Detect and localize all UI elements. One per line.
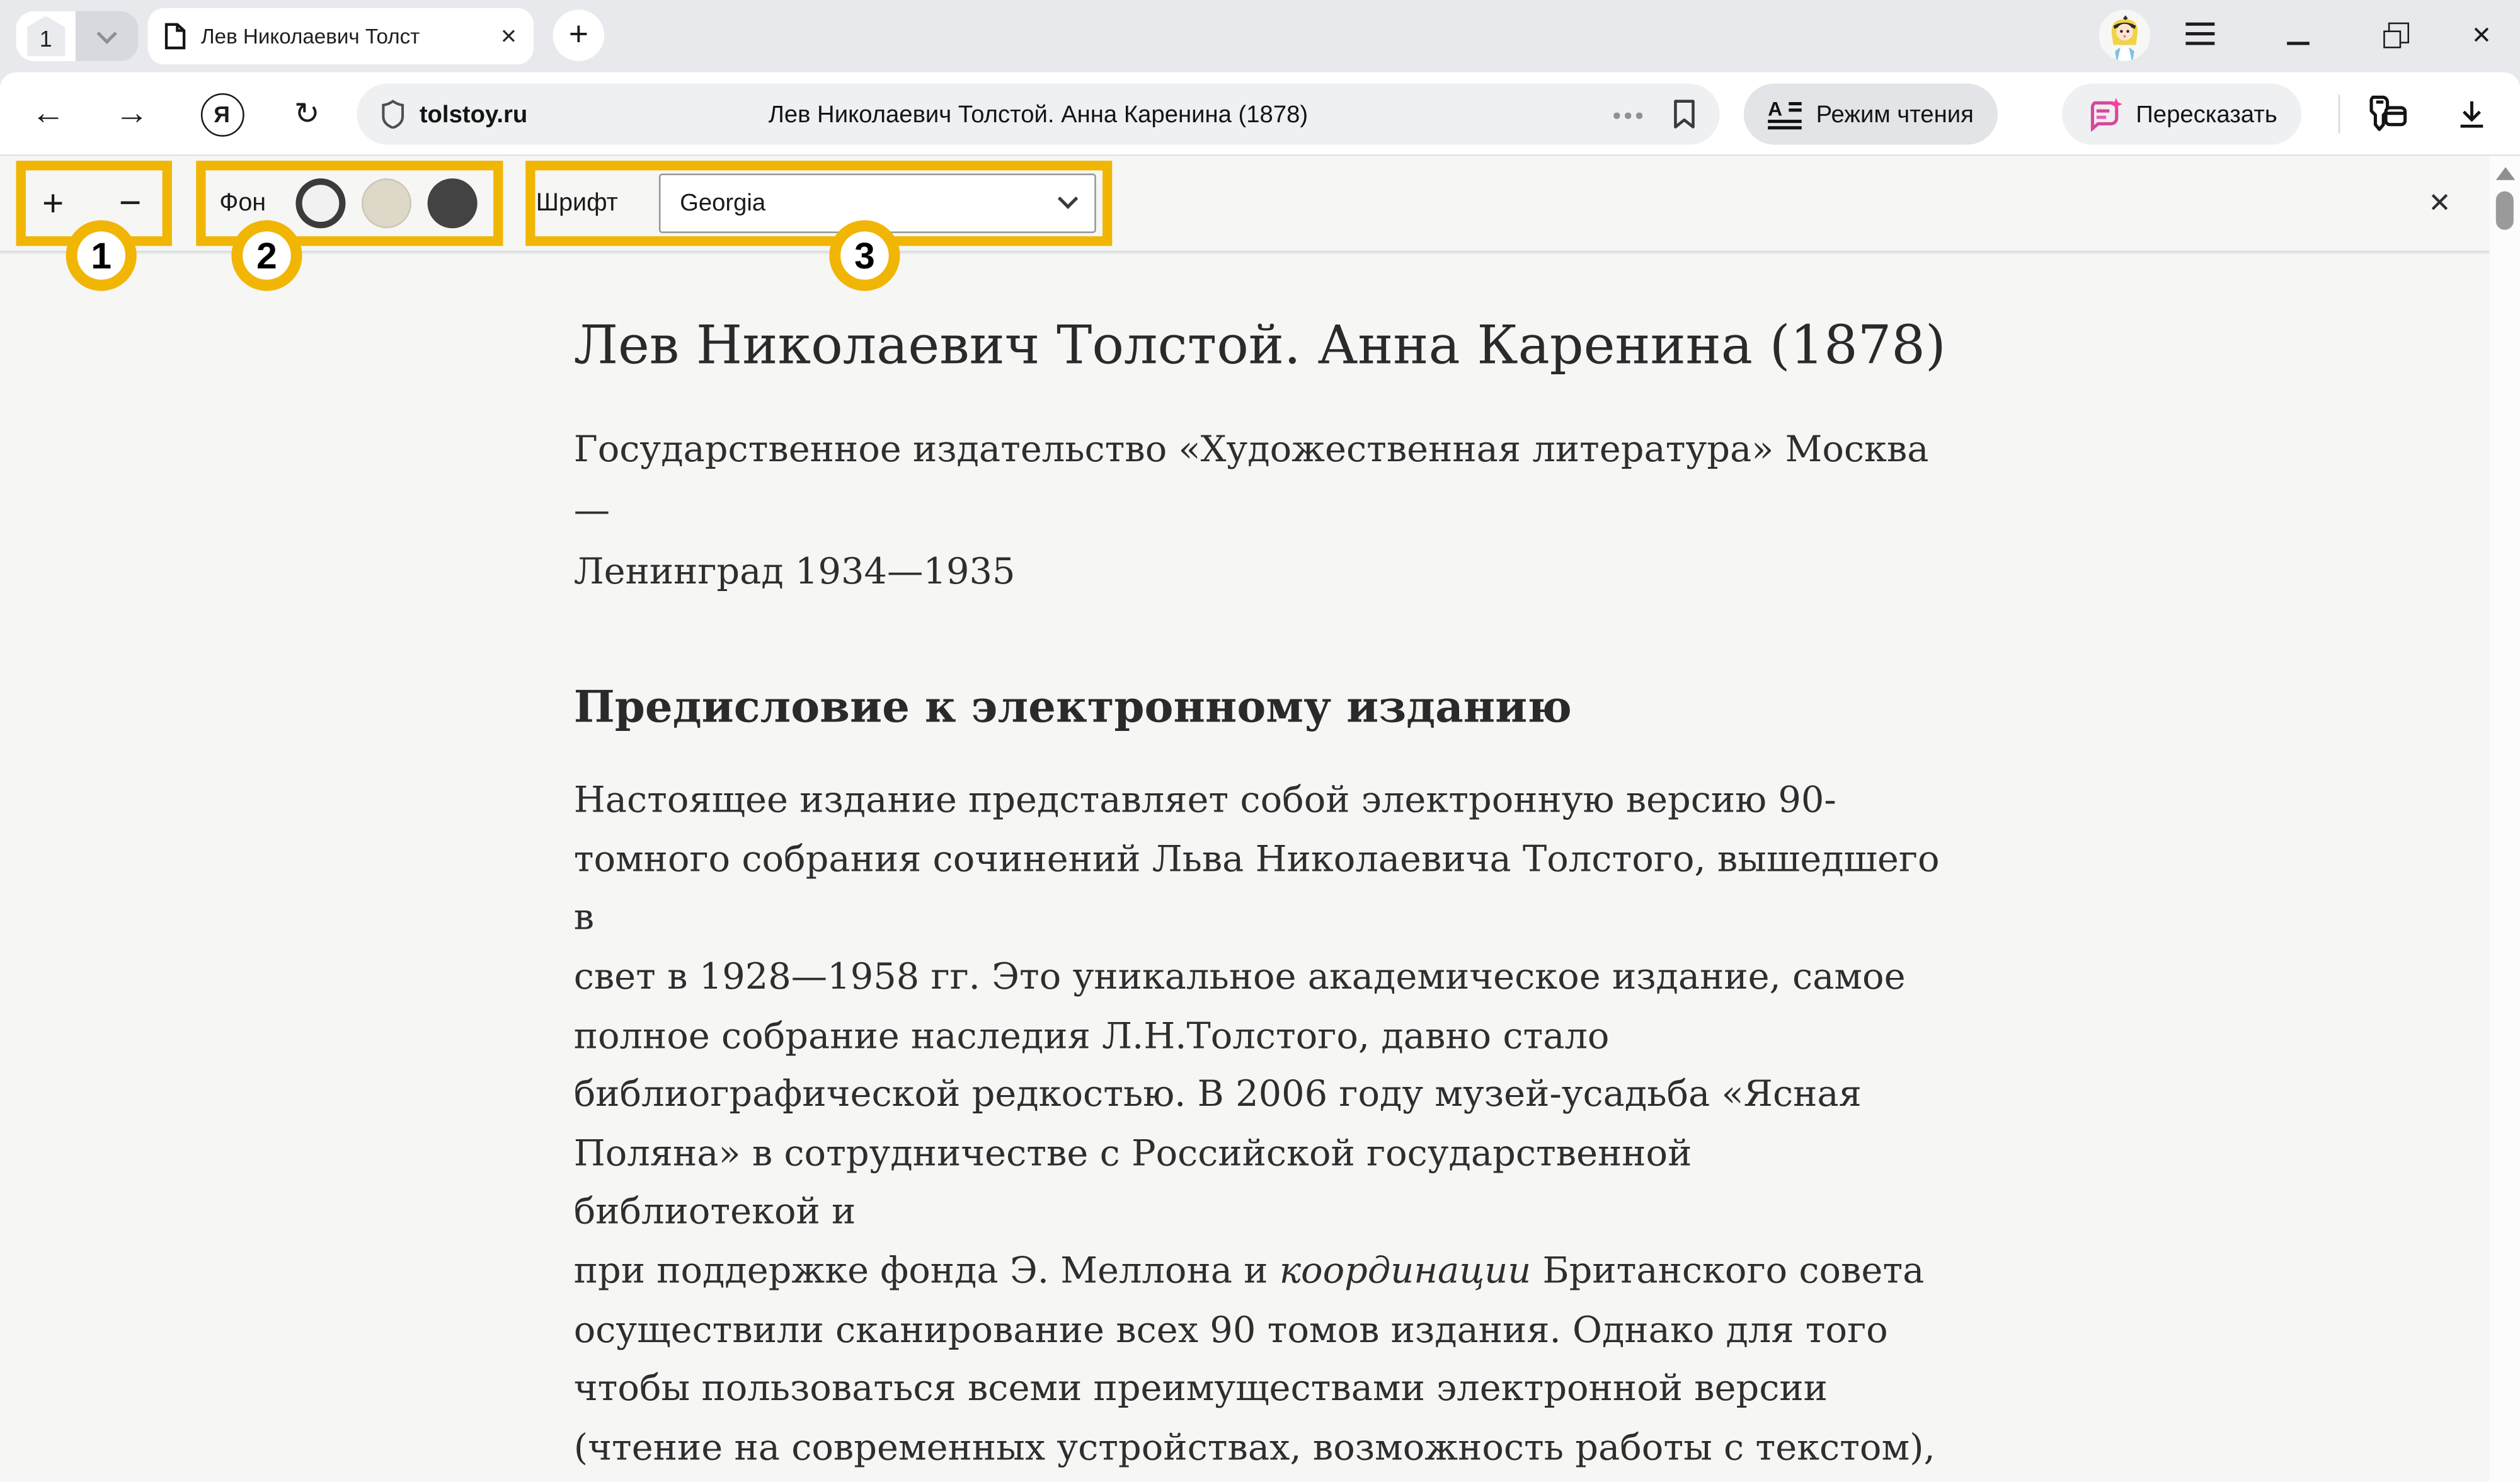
minimize-icon <box>2287 41 2310 44</box>
article-paragraph: Настоящее издание представляет собой эле… <box>574 772 1940 1482</box>
download-button[interactable] <box>2439 72 2504 156</box>
reader-mode-label: Режим чтения <box>1816 100 1974 127</box>
menu-icon[interactable] <box>2185 23 2214 52</box>
toolbar-divider <box>2339 95 2340 134</box>
restore-button[interactable] <box>2362 13 2420 57</box>
background-swatch-sepia[interactable] <box>362 178 411 228</box>
minus-icon: − <box>119 181 142 226</box>
tab-group-shield-icon: 1 <box>26 16 65 57</box>
reader-close-button[interactable]: ✕ <box>2407 156 2471 251</box>
refresh-button[interactable]: ↻ <box>283 72 331 156</box>
font-select-value: Georgia <box>680 190 765 217</box>
scrollbar[interactable] <box>2490 156 2520 1482</box>
bookmark-icon[interactable] <box>1671 98 1697 130</box>
article-subtitle: Государственное издательство «Художестве… <box>574 420 1940 603</box>
tab-group-chevron[interactable] <box>76 11 138 61</box>
browser-window: 1 Лев Николаевич Толст ✕ + <box>0 0 2520 1482</box>
window-close-button[interactable]: ✕ <box>2453 13 2511 57</box>
forward-button[interactable]: → <box>106 72 158 156</box>
tab-group-count-label: 1 <box>40 26 52 52</box>
refresh-icon: ↻ <box>294 96 320 133</box>
retell-button[interactable]: Пересказать <box>2062 84 2301 145</box>
address-page-title: Лев Николаевич Толстой. Анна Каренина (1… <box>485 100 1591 127</box>
background-swatch-dark[interactable] <box>428 178 478 228</box>
back-icon: ← <box>32 95 66 134</box>
annotation-badge-3: 3 <box>829 220 900 290</box>
scrollbar-thumb[interactable] <box>2496 192 2514 230</box>
page-icon <box>164 23 186 50</box>
new-tab-button[interactable]: + <box>553 9 605 61</box>
background-swatch-light[interactable] <box>295 178 345 228</box>
zoom-in-button[interactable]: + <box>32 156 74 251</box>
yandex-button[interactable]: Я <box>198 72 246 156</box>
close-icon: ✕ <box>2471 21 2492 50</box>
yandex-logo-icon: Я <box>200 93 244 136</box>
tab-bar: 1 Лев Николаевич Толст ✕ + <box>0 0 2520 72</box>
plus-icon: + <box>569 16 588 55</box>
address-bar[interactable]: tolstoy.ru Лев Николаевич Толстой. Анна … <box>357 84 1719 145</box>
download-icon <box>2456 98 2488 130</box>
back-button[interactable]: ← <box>23 72 74 156</box>
reader-toolbar: + − Фон Шрифт Georgia ✕ <box>0 156 2490 252</box>
scroll-up-icon[interactable] <box>2495 167 2514 180</box>
reader-mode-button[interactable]: А Режим чтения <box>1744 84 1998 145</box>
annotation-badge-1: 1 <box>66 220 137 290</box>
article-heading: Предисловие к электронному изданию <box>574 684 1940 733</box>
reader-mode-icon: А <box>1768 99 1803 129</box>
avatar[interactable] <box>2099 9 2151 61</box>
minimize-button[interactable] <box>2269 13 2327 57</box>
tab-close-icon[interactable]: ✕ <box>500 23 518 49</box>
chevron-down-icon <box>1058 188 1078 209</box>
avatar-illustration <box>2099 9 2151 61</box>
shield-icon <box>381 100 405 129</box>
chevron-down-icon <box>96 24 117 44</box>
forward-icon: → <box>115 95 149 134</box>
nav-toolbar: ← → Я ↻ tolstoy.ru Лев Николаевич Толсто… <box>0 72 2520 156</box>
more-icon[interactable] <box>1614 113 1642 118</box>
svg-text:А: А <box>1768 99 1782 120</box>
annotation-badge-2: 2 <box>231 220 302 290</box>
font-label: Шрифт <box>540 156 614 251</box>
tab-title: Лев Николаевич Толст <box>201 24 497 48</box>
plus-icon: + <box>42 181 64 225</box>
key-card-icon <box>2366 95 2407 134</box>
tab-group-button[interactable]: 1 <box>16 11 139 61</box>
close-icon: ✕ <box>2428 187 2451 219</box>
retell-sparkle-icon <box>2086 97 2123 131</box>
restore-icon <box>2383 30 2400 47</box>
retell-label: Пересказать <box>2136 100 2277 127</box>
passwords-button[interactable] <box>2353 72 2420 156</box>
article-title: Лев Николаевич Толстой. Анна Каренина (1… <box>574 312 1940 378</box>
tab[interactable]: Лев Николаевич Толст ✕ <box>148 8 534 64</box>
tab-group-count[interactable]: 1 <box>16 11 76 61</box>
reader-content: Лев Николаевич Толстой. Анна Каренина (1… <box>0 254 2490 1482</box>
